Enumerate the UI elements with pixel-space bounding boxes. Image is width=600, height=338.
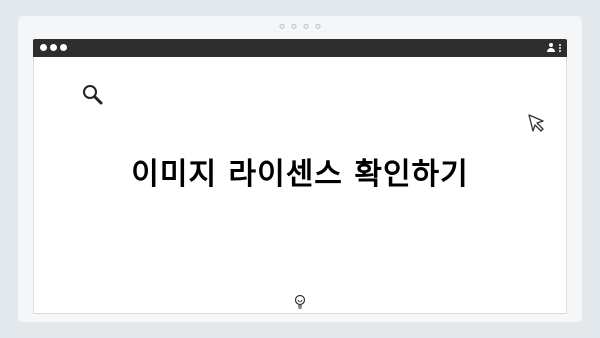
lightbulb-icon bbox=[294, 294, 306, 309]
close-window-button[interactable] bbox=[40, 44, 47, 51]
pagination-dot bbox=[315, 24, 321, 29]
screenshot-frame: 이미지 라이센스 확인하기 bbox=[18, 16, 582, 322]
pagination-dot bbox=[291, 24, 297, 29]
window-controls bbox=[40, 44, 67, 51]
search-icon bbox=[83, 85, 103, 105]
maximize-window-button[interactable] bbox=[60, 44, 67, 51]
browser-bar-actions bbox=[546, 42, 561, 53]
browser-page-content: 이미지 라이센스 확인하기 bbox=[33, 57, 567, 314]
page-title: 이미지 라이센스 확인하기 bbox=[131, 157, 469, 192]
browser-title-bar bbox=[33, 39, 567, 57]
pagination-dots bbox=[279, 24, 321, 29]
pagination-dot bbox=[303, 24, 309, 29]
kebab-menu-icon[interactable] bbox=[559, 43, 561, 52]
cursor-icon bbox=[528, 114, 544, 132]
minimize-window-button[interactable] bbox=[50, 44, 57, 51]
user-icon[interactable] bbox=[546, 42, 556, 53]
pagination-dot bbox=[279, 24, 285, 29]
